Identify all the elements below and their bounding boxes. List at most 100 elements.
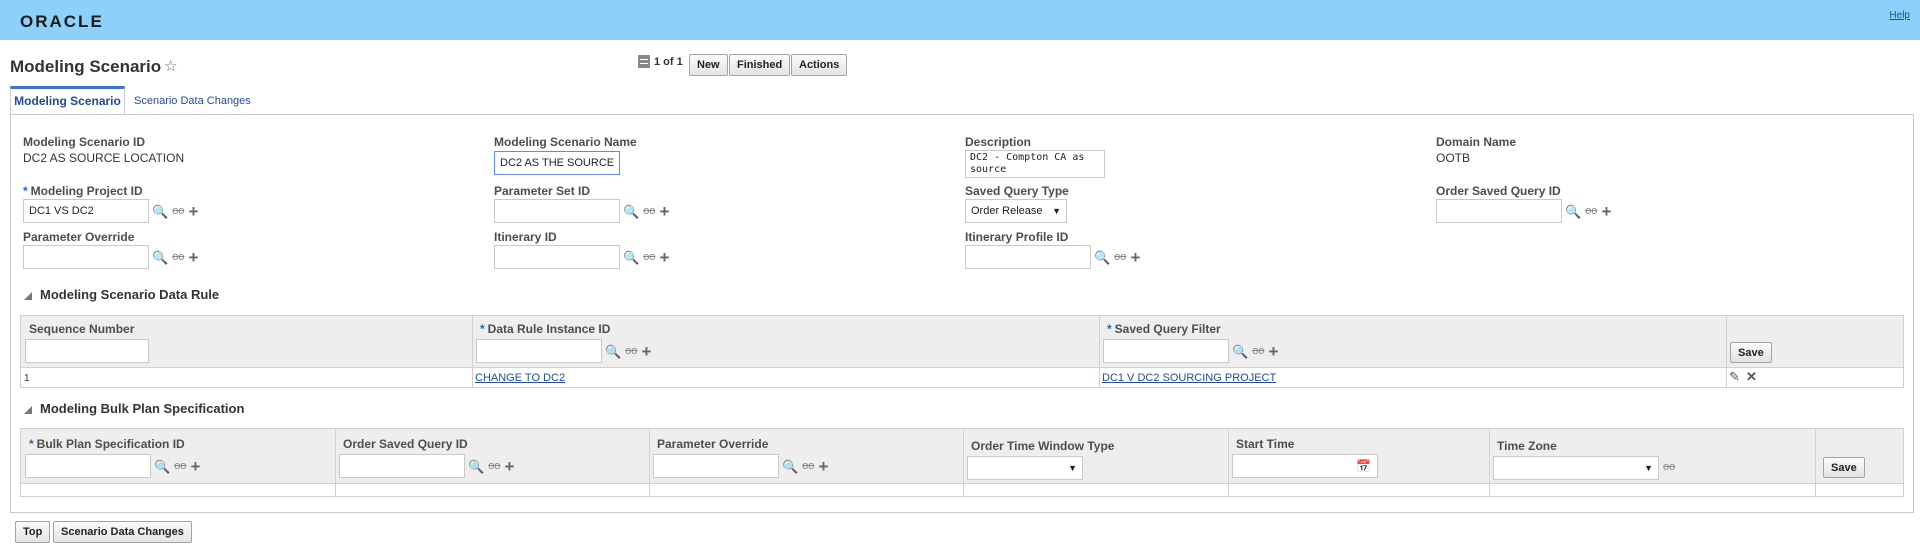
bulk-parameter-override-input[interactable]: [653, 454, 779, 478]
itinerary-id-label: Itinerary ID: [494, 230, 557, 244]
tab-scenario-data-changes[interactable]: Scenario Data Changes: [134, 86, 251, 116]
column-separator: [963, 429, 964, 483]
search-icon[interactable]: 🔍: [154, 460, 170, 473]
chevron-down-icon: ▼: [1052, 206, 1061, 216]
data-rule-instance-id-filter-input[interactable]: [476, 339, 602, 363]
bulk-plan-section-title[interactable]: Modeling Bulk Plan Specification: [24, 401, 244, 416]
data-rule-instance-link[interactable]: CHANGE TO DC2: [475, 372, 565, 384]
domain-name-value: OOTB: [1436, 151, 1471, 165]
add-plus-icon[interactable]: +: [188, 249, 198, 266]
saved-query-filter-link[interactable]: DC1 V DC2 SOURCING PROJECT: [1102, 372, 1276, 384]
view-glasses-icon[interactable]: oo: [625, 345, 637, 357]
start-time-header: Start Time: [1236, 437, 1295, 451]
search-icon[interactable]: 🔍: [152, 251, 168, 264]
scenario-name-label: Modeling Scenario Name: [494, 135, 637, 149]
description-textarea[interactable]: [965, 150, 1105, 178]
actions-button[interactable]: Actions: [791, 54, 848, 76]
project-id-input[interactable]: [23, 199, 149, 223]
search-icon[interactable]: 🔍: [623, 251, 639, 264]
view-glasses-icon[interactable]: oo: [172, 205, 184, 217]
top-button[interactable]: Top: [15, 521, 51, 543]
bulk-parameter-override-header: Parameter Override: [657, 437, 769, 451]
time-zone-header: Time Zone: [1497, 439, 1557, 453]
chevron-down-icon: ▼: [1068, 463, 1077, 473]
add-plus-icon[interactable]: +: [1601, 203, 1611, 220]
data-rule-section-title[interactable]: Modeling Scenario Data Rule: [24, 287, 219, 302]
calendar-icon[interactable]: 📅: [1356, 459, 1371, 473]
view-glasses-icon[interactable]: oo: [1585, 205, 1597, 217]
column-separator: [963, 484, 964, 496]
column-separator: [1815, 484, 1816, 496]
sequence-number-cell: 1: [24, 373, 30, 384]
bulk-plan-save-button[interactable]: Save: [1823, 457, 1865, 478]
add-plus-icon[interactable]: +: [504, 458, 514, 475]
bulk-order-saved-query-id-header: Order Saved Query ID: [343, 437, 468, 451]
add-plus-icon[interactable]: +: [818, 458, 828, 475]
column-separator: [649, 484, 650, 496]
column-separator: [335, 484, 336, 496]
view-glasses-icon[interactable]: oo: [1663, 462, 1675, 473]
saved-query-type-label: Saved Query Type: [965, 184, 1069, 198]
start-time-input[interactable]: 📅: [1232, 454, 1378, 478]
scenario-data-changes-button[interactable]: Scenario Data Changes: [53, 521, 192, 543]
add-plus-icon[interactable]: +: [641, 343, 651, 360]
finished-button[interactable]: Finished: [729, 54, 791, 76]
view-glasses-icon[interactable]: oo: [1252, 345, 1264, 357]
data-rule-save-button[interactable]: Save: [1730, 342, 1772, 363]
saved-query-filter-input[interactable]: [1103, 339, 1229, 363]
view-glasses-icon[interactable]: oo: [488, 460, 500, 472]
add-plus-icon[interactable]: +: [659, 249, 669, 266]
itinerary-id-input[interactable]: [494, 245, 620, 269]
column-separator: [1228, 484, 1229, 496]
bulk-order-saved-query-id-input[interactable]: [339, 454, 465, 478]
required-marker: *: [480, 322, 485, 336]
bulk-order-saved-query-tools: 🔍 oo +: [468, 454, 514, 478]
add-plus-icon[interactable]: +: [1268, 343, 1278, 360]
star-icon[interactable]: ☆: [164, 57, 177, 75]
search-icon[interactable]: 🔍: [605, 345, 621, 358]
search-icon[interactable]: 🔍: [1232, 345, 1248, 358]
search-icon[interactable]: 🔍: [1094, 251, 1110, 264]
search-icon[interactable]: 🔍: [782, 460, 798, 473]
view-glasses-icon[interactable]: oo: [1114, 251, 1126, 263]
search-icon[interactable]: 🔍: [623, 205, 639, 218]
order-time-window-type-select[interactable]: ▼: [967, 456, 1083, 480]
scenario-name-input[interactable]: [494, 151, 620, 175]
bulk-plan-spec-id-input[interactable]: [25, 454, 151, 478]
add-plus-icon[interactable]: +: [1130, 249, 1140, 266]
time-zone-select[interactable]: ▼: [1493, 456, 1659, 480]
add-plus-icon[interactable]: +: [188, 203, 198, 220]
saved-query-type-select[interactable]: Order Release ▼: [965, 199, 1067, 223]
itinerary-id-tools: 🔍 oo +: [623, 245, 669, 269]
view-glasses-icon[interactable]: oo: [643, 251, 655, 263]
search-icon[interactable]: 🔍: [468, 460, 484, 473]
help-link[interactable]: Help: [1889, 10, 1910, 21]
parameter-set-id-input[interactable]: [494, 199, 620, 223]
view-glasses-icon[interactable]: oo: [172, 251, 184, 263]
parameter-override-input[interactable]: [23, 245, 149, 269]
column-separator: [649, 429, 650, 483]
order-saved-query-id-input[interactable]: [1436, 199, 1562, 223]
bulk-plan-title-text: Modeling Bulk Plan Specification: [40, 401, 245, 416]
parameter-set-id-tools: 🔍 oo +: [623, 199, 669, 223]
search-icon[interactable]: 🔍: [1565, 205, 1581, 218]
close-x-icon[interactable]: ✕: [1746, 369, 1757, 385]
tab-modeling-scenario[interactable]: Modeling Scenario: [10, 86, 125, 116]
list-icon[interactable]: [638, 55, 650, 68]
new-button[interactable]: New: [689, 54, 728, 76]
itinerary-profile-id-input[interactable]: [965, 245, 1091, 269]
collapse-triangle-icon[interactable]: [24, 405, 32, 414]
search-icon[interactable]: 🔍: [152, 205, 168, 218]
view-glasses-icon[interactable]: oo: [174, 460, 186, 472]
view-glasses-icon[interactable]: oo: [643, 205, 655, 217]
add-plus-icon[interactable]: +: [190, 458, 200, 475]
bulk-parameter-override-tools: 🔍 oo +: [782, 454, 828, 478]
sequence-number-filter-input[interactable]: [25, 339, 149, 363]
view-glasses-icon[interactable]: oo: [802, 460, 814, 472]
oracle-logo: ORACLE: [20, 12, 104, 31]
pencil-icon[interactable]: ✎: [1729, 369, 1740, 385]
column-separator: [335, 429, 336, 483]
add-plus-icon[interactable]: +: [659, 203, 669, 220]
column-separator: [1815, 429, 1816, 483]
collapse-triangle-icon[interactable]: [24, 291, 32, 300]
